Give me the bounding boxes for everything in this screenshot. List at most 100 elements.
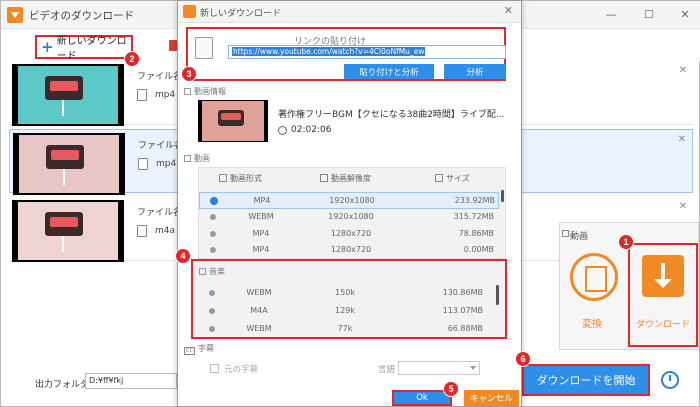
video-title: 著作権フリーBGM【クセになる38曲2時間】ライブ配... xyxy=(278,110,505,120)
format-cell: WEBM xyxy=(248,212,274,221)
download-mode-button[interactable]: ダウンロード xyxy=(628,243,698,347)
link-file-icon xyxy=(195,37,213,59)
step-marker-1: 1 xyxy=(618,234,634,250)
video-scrollbar[interactable] xyxy=(501,190,504,202)
radio-dot-icon xyxy=(209,290,215,296)
radio-dot-icon xyxy=(209,326,215,332)
start-download-button[interactable]: ダウンロードを開始 xyxy=(522,364,650,396)
remove-item-button[interactable]: ✕ xyxy=(679,65,687,76)
convert-icon[interactable] xyxy=(570,253,618,301)
video-icon xyxy=(184,155,191,162)
output-folder-field[interactable]: D:¥ff¥fkj xyxy=(85,373,177,389)
clock-icon xyxy=(278,126,287,135)
app-logo-icon xyxy=(183,5,196,18)
new-download-button[interactable]: + 新しいダウンロード xyxy=(35,35,133,62)
panel-title: 動画 xyxy=(570,232,589,242)
analyze-button[interactable]: 分析 xyxy=(444,64,506,79)
subtitle-section-label: 字幕 xyxy=(198,344,214,353)
radio-dot-icon xyxy=(210,247,216,253)
video-format-row[interactable]: MP4 1280x720 78.86MB xyxy=(199,226,499,243)
dialog-title: 新しいダウンロード xyxy=(200,9,282,19)
format-cell: MP4 xyxy=(253,196,271,205)
column-header-format: 動画形式 xyxy=(219,173,262,184)
step-marker-4: 4 xyxy=(175,248,191,264)
column-header-size: サイズ xyxy=(435,173,470,184)
audio-format-row[interactable]: WEBM 77k 66.88MB xyxy=(193,321,489,339)
format-cell: M4A xyxy=(250,306,268,315)
size-cell: 233.92MB xyxy=(454,196,495,205)
new-download-dialog: 新しいダウンロード ✕ リンクの貼り付け https://www.youtube… xyxy=(177,0,522,407)
subtitle-cc-icon: CC xyxy=(184,347,195,355)
file-format-icon xyxy=(138,158,148,170)
radio-dot-icon xyxy=(210,231,216,237)
cancel-button[interactable]: キャンセル xyxy=(464,390,519,406)
video-section: 動画 xyxy=(184,153,210,164)
minimize-button[interactable]: — xyxy=(603,7,619,23)
video-thumbnail xyxy=(13,133,125,195)
url-text: https://www.youtube.com/watch?v=4Cl0oNfM… xyxy=(232,47,426,56)
video-thumbnail xyxy=(12,64,124,126)
resolution-cell: 1280x720 xyxy=(330,245,372,254)
audio-format-table: 音楽 WEBM 150k 130.86MB M4A 129k 113.07MB … xyxy=(191,259,507,339)
step-marker-5: 5 xyxy=(443,381,459,397)
maximize-button[interactable]: ☐ xyxy=(641,7,657,23)
video-format-row[interactable]: MP4 1280x720 0.00MB xyxy=(199,242,499,259)
audio-format-row[interactable]: M4A 129k 113.07MB xyxy=(193,303,489,321)
video-info-label: 動画情報 xyxy=(194,87,226,96)
size-icon xyxy=(435,174,443,182)
radio-dot-icon xyxy=(210,214,216,220)
column-header-resolution: 動画解像度 xyxy=(320,173,371,184)
size-cell: 78.86MB xyxy=(458,229,494,238)
format-cell: WEBM xyxy=(246,288,272,297)
original-subtitle-label: 元の字幕 xyxy=(224,365,259,375)
app-logo-icon xyxy=(7,7,23,23)
dialog-close-button[interactable]: ✕ xyxy=(504,4,513,17)
bitrate-cell: 129k xyxy=(335,306,355,315)
format-cell: MP4 xyxy=(252,245,270,254)
format-cell: WEBM xyxy=(246,324,272,333)
download-mode-label: ダウンロード xyxy=(636,320,691,330)
video-section-icon xyxy=(562,230,569,237)
file-format: mp4 xyxy=(156,159,177,169)
convert-label[interactable]: 変換 xyxy=(582,315,602,330)
video-format-table: 動画形式 動画解像度 サイズ MP4 1920x1080 233.92MB WE… xyxy=(198,167,506,259)
paste-and-analyze-button[interactable]: 貼り付けと分析 xyxy=(344,64,434,79)
dialog-title-bar: 新しいダウンロード ✕ xyxy=(178,1,521,23)
step-marker-2: 2 xyxy=(124,51,140,67)
window-title: ビデオのダウンロード xyxy=(29,10,134,22)
audio-section-label: 音楽 xyxy=(209,267,225,276)
info-icon xyxy=(184,88,191,95)
music-icon xyxy=(199,268,206,275)
audio-format-row[interactable]: WEBM 150k 130.86MB xyxy=(193,285,489,303)
video-format-row[interactable]: MP4 1920x1080 233.92MB xyxy=(199,192,499,209)
video-duration: 02:02:06 xyxy=(291,125,332,135)
resolution-cell: 1280x720 xyxy=(330,229,372,238)
audio-scrollbar[interactable] xyxy=(496,285,499,305)
new-download-label: 新しいダウンロード xyxy=(56,36,127,62)
remove-item-button[interactable]: ✕ xyxy=(679,201,687,212)
size-cell: 113.07MB xyxy=(442,306,483,315)
size-cell: 0.00MB xyxy=(463,245,494,254)
remove-item-button[interactable]: ✕ xyxy=(678,134,686,145)
resolution-cell: 1920x1080 xyxy=(328,212,374,221)
video-thumbnail xyxy=(12,200,124,262)
url-input[interactable]: https://www.youtube.com/watch?v=4Cl0oNfM… xyxy=(228,45,506,59)
close-button[interactable]: ✕ xyxy=(677,7,693,23)
resolution-cell: 1920x1080 xyxy=(329,196,375,205)
file-format-icon xyxy=(137,89,147,101)
original-subtitle-checkbox[interactable] xyxy=(210,364,219,373)
video-thumbnail xyxy=(198,100,268,142)
language-label: 言語 xyxy=(378,365,396,375)
subtitle-section: CC 字幕 xyxy=(184,343,214,355)
video-format-row[interactable]: WEBM 1920x1080 315.72MB xyxy=(199,209,499,226)
trash-icon[interactable] xyxy=(169,40,177,51)
file-format: mp4 xyxy=(155,90,176,100)
format-icon xyxy=(219,174,227,182)
language-select[interactable] xyxy=(398,361,480,375)
column-label: 動画形式 xyxy=(230,174,262,183)
alarm-icon[interactable] xyxy=(661,371,679,389)
column-label: サイズ xyxy=(446,174,470,183)
size-cell: 66.88MB xyxy=(447,324,483,333)
file-format: m4a xyxy=(155,226,176,236)
format-cell: MP4 xyxy=(252,229,270,238)
